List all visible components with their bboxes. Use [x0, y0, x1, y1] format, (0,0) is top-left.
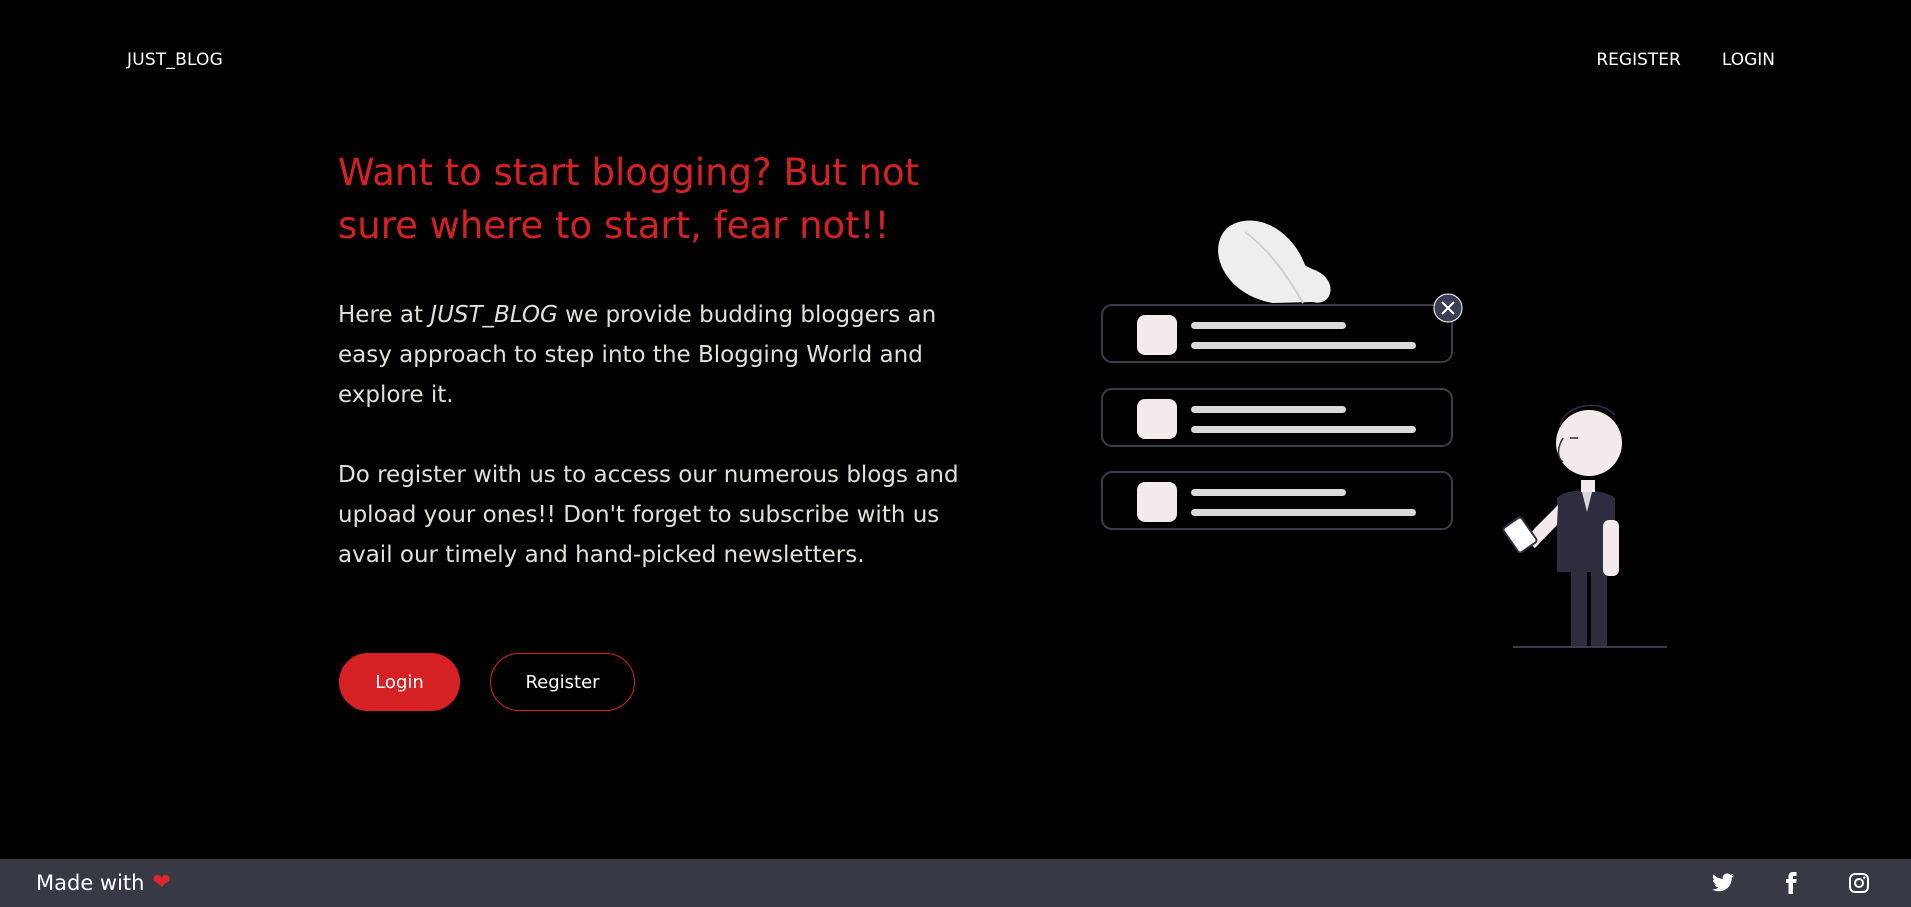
- made-with-text: Made with ❤: [36, 871, 171, 895]
- nav-login-link[interactable]: LOGIN: [1722, 50, 1775, 70]
- hero-intro-text: Here at JUST_BLOG we provide budding blo…: [338, 295, 968, 415]
- list-card-1: [1101, 304, 1453, 363]
- nav-register-link[interactable]: REGISTER: [1596, 50, 1680, 70]
- list-card-2: [1101, 388, 1453, 447]
- close-icon: [1433, 293, 1463, 323]
- intro-brand: JUST_BLOG: [430, 302, 558, 328]
- twitter-icon[interactable]: [1711, 871, 1735, 895]
- hero-register-text: Do register with us to access our numero…: [338, 462, 959, 568]
- instagram-icon[interactable]: [1847, 871, 1871, 895]
- hero-title: Want to start blogging? But not sure whe…: [338, 151, 920, 247]
- list-card-3: [1101, 471, 1453, 530]
- made-with-label: Made with: [36, 871, 145, 895]
- top-nav: REGISTER LOGIN: [1596, 50, 1775, 70]
- register-button[interactable]: Register: [490, 653, 635, 711]
- facebook-icon[interactable]: [1779, 871, 1803, 895]
- login-button[interactable]: Login: [339, 653, 460, 711]
- blogging-illustration: [1101, 220, 1667, 648]
- social-links: [1711, 871, 1871, 895]
- brand-logo[interactable]: JUST_BLOG: [127, 50, 223, 70]
- intro-prefix: Here at: [338, 302, 431, 328]
- site-footer: Made with ❤: [0, 859, 1911, 907]
- person-figure: [1502, 404, 1667, 648]
- leaf-shape: [1218, 220, 1331, 304]
- heart-icon: ❤: [152, 870, 171, 895]
